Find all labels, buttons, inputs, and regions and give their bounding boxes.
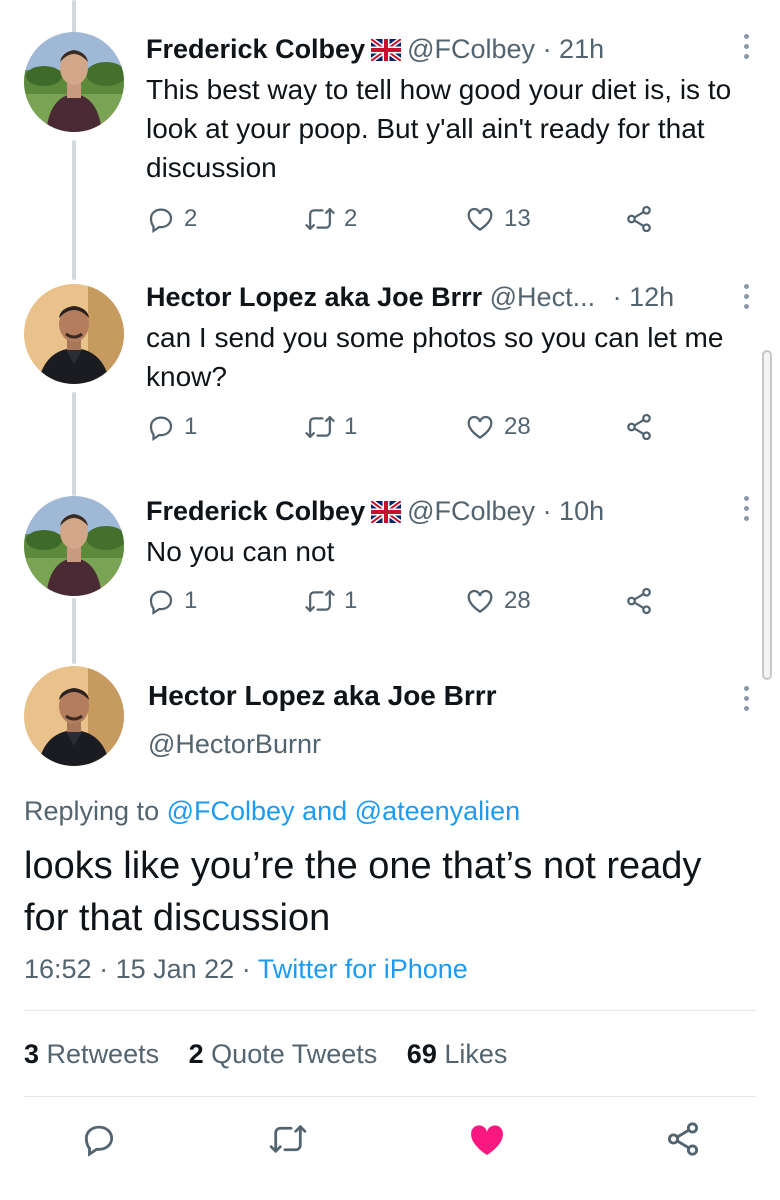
like-button[interactable]: 28 xyxy=(464,412,531,442)
avatar-frederick-colbey[interactable] xyxy=(24,496,124,596)
reply-icon xyxy=(149,590,173,615)
more-options-icon[interactable] xyxy=(744,496,750,521)
divider xyxy=(24,1096,756,1097)
main-tweet-text: looks like you’re the one that’s not rea… xyxy=(24,845,702,939)
tweet-text: This best way to tell how good your diet… xyxy=(146,74,732,183)
reply-count: 1 xyxy=(184,413,198,440)
uk-flag-icon xyxy=(369,497,403,531)
scrollbar[interactable] xyxy=(762,350,772,680)
tweet-source[interactable]: Twitter for iPhone xyxy=(258,954,468,984)
like-count: 28 xyxy=(504,413,531,440)
tweet-actions: 2 2 13 xyxy=(146,204,666,244)
reply-button[interactable]: 1 xyxy=(146,586,197,616)
retweet-icon xyxy=(305,416,335,438)
retweets-stat[interactable]: 3 Retweets xyxy=(24,1039,159,1069)
tweet-time[interactable]: 16:52 xyxy=(24,954,92,984)
tweet-header: Frederick Colbey @FColbey · 10h xyxy=(146,494,720,531)
like-button[interactable] xyxy=(466,1120,508,1165)
divider xyxy=(24,1010,756,1011)
avatar-frederick-colbey[interactable] xyxy=(24,32,124,132)
likes-stat[interactable]: 69 Likes xyxy=(407,1039,508,1069)
tweet-meta: 16:52 · 15 Jan 22 · Twitter for iPhone xyxy=(24,954,468,984)
author-name[interactable]: Frederick Colbey xyxy=(146,496,365,526)
retweet-count: 1 xyxy=(344,587,358,614)
share-button[interactable] xyxy=(624,412,654,442)
retweet-count: 2 xyxy=(344,205,358,232)
more-options-icon[interactable] xyxy=(744,284,750,309)
replying-user-link[interactable]: @ateenyalien xyxy=(355,796,521,826)
replying-prefix: Replying to xyxy=(24,796,160,826)
replying-user-link[interactable]: @FColbey xyxy=(167,796,295,826)
reply-count: 1 xyxy=(184,587,198,614)
main-author-name[interactable]: Hector Lopez aka Joe Brrr xyxy=(148,678,497,714)
heart-icon xyxy=(467,415,493,439)
tweet-3[interactable]: Frederick Colbey @FColbey · 10h No you ca… xyxy=(0,476,780,656)
tweet-text: can I send you some photos so you can le… xyxy=(146,322,724,392)
like-count: 28 xyxy=(504,587,531,614)
heart-icon xyxy=(467,207,493,231)
tweet-text: No you can not xyxy=(146,536,335,567)
avatar-hector-lopez[interactable] xyxy=(24,666,124,766)
main-author-handle[interactable]: @HectorBurnr xyxy=(148,727,321,761)
reply-count: 2 xyxy=(184,205,198,232)
retweet-button[interactable] xyxy=(268,1120,308,1163)
engagement-stats: 3 Retweets 2 Quote Tweets 69 Likes xyxy=(24,1036,529,1072)
share-icon xyxy=(667,1122,699,1156)
heart-icon xyxy=(467,589,493,613)
tweet-2[interactable]: Hector Lopez aka Joe Brrr @Hect... · 12h… xyxy=(0,270,780,476)
retweet-count: 1 xyxy=(344,413,358,440)
retweet-button[interactable]: 1 xyxy=(304,586,357,616)
like-count: 13 xyxy=(504,205,531,232)
replying-to: Replying to @FColbey and @ateenyalien xyxy=(24,794,520,828)
share-button[interactable] xyxy=(664,1120,702,1163)
like-button[interactable]: 13 xyxy=(464,204,531,234)
more-options-icon[interactable] xyxy=(744,686,750,711)
author-handle[interactable]: @Hect... xyxy=(490,282,595,312)
like-button[interactable]: 28 xyxy=(464,586,531,616)
heart-filled-icon xyxy=(471,1125,503,1155)
reply-icon xyxy=(84,1125,114,1157)
retweet-button[interactable]: 2 xyxy=(304,204,357,234)
author-name[interactable]: Hector Lopez aka Joe Brrr xyxy=(146,282,482,312)
tweet-time[interactable]: · 21h xyxy=(543,34,605,64)
reply-button[interactable]: 1 xyxy=(146,412,197,442)
tweet-actions: 1 1 28 xyxy=(146,586,666,626)
share-button[interactable] xyxy=(624,586,654,616)
reply-icon xyxy=(149,416,173,441)
share-icon xyxy=(627,205,651,233)
retweet-icon xyxy=(305,208,335,230)
share-icon xyxy=(627,413,651,441)
author-handle[interactable]: @FColbey xyxy=(407,34,535,64)
tweet-1[interactable]: Frederick Colbey @FColbey · 21h This best… xyxy=(0,0,780,270)
main-tweet-actions xyxy=(0,1120,780,1170)
tweet-header: Frederick Colbey @FColbey · 21h xyxy=(146,32,720,69)
replying-and[interactable]: and xyxy=(302,796,347,826)
tweet-date[interactable]: 15 Jan 22 xyxy=(116,954,235,984)
more-options-icon[interactable] xyxy=(744,34,750,59)
retweet-icon xyxy=(269,1125,307,1153)
tweet-time[interactable]: · 10h xyxy=(543,496,605,526)
reply-icon xyxy=(149,208,173,233)
author-handle[interactable]: @FColbey xyxy=(407,496,535,526)
share-button[interactable] xyxy=(624,204,654,234)
quote-tweets-stat[interactable]: 2 Quote Tweets xyxy=(189,1039,378,1069)
tweet-time[interactable]: · 12h xyxy=(613,282,675,312)
tweet-header: Hector Lopez aka Joe Brrr @Hect... · 12h xyxy=(146,280,720,314)
reply-button[interactable] xyxy=(80,1120,118,1163)
avatar-hector-lopez[interactable] xyxy=(24,284,124,384)
author-name[interactable]: Frederick Colbey xyxy=(146,34,365,64)
reply-button[interactable]: 2 xyxy=(146,204,197,234)
share-icon xyxy=(627,587,651,615)
uk-flag-icon xyxy=(369,35,403,69)
retweet-icon xyxy=(305,590,335,612)
retweet-button[interactable]: 1 xyxy=(304,412,357,442)
tweet-actions: 1 1 28 xyxy=(146,412,666,452)
